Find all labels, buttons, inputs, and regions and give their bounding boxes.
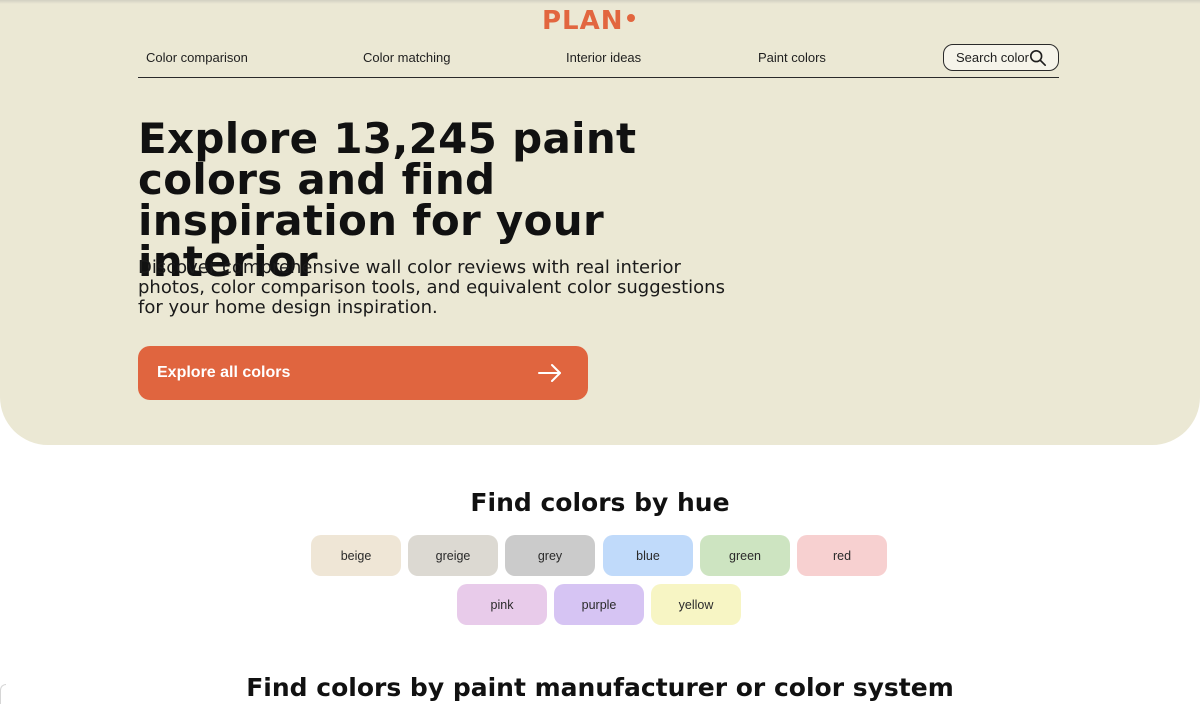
nav-color-comparison[interactable]: Color comparison (146, 50, 248, 65)
manufacturer-section-title: Find colors by paint manufacturer or col… (246, 673, 954, 702)
logo-text: PLAN (542, 6, 624, 36)
logo[interactable]: PLAN (542, 6, 635, 36)
search-label: Search color (956, 50, 1029, 65)
nav-interior-ideas[interactable]: Interior ideas (566, 50, 641, 65)
top-shadow (0, 0, 1200, 4)
hero-section: PLAN Color comparison Color matching Int… (0, 0, 1200, 445)
hue-chip-yellow[interactable]: yellow (651, 584, 741, 625)
cta-label: Explore all colors (157, 364, 291, 381)
hero-description: Discover comprehensive wall color review… (138, 257, 725, 318)
hue-chip-pink[interactable]: pink (457, 584, 547, 625)
nav-paint-colors[interactable]: Paint colors (758, 50, 826, 65)
hue-chip-grey[interactable]: grey (505, 535, 595, 576)
hue-chip-purple[interactable]: purple (554, 584, 644, 625)
search-icon[interactable] (1029, 49, 1047, 67)
hue-chip-green[interactable]: green (700, 535, 790, 576)
search-input[interactable]: Search color (943, 44, 1059, 71)
page-corner-edge (0, 684, 6, 704)
hue-section-title: Find colors by hue (470, 488, 730, 517)
explore-all-colors-button[interactable]: Explore all colors (138, 346, 588, 400)
nav-color-matching[interactable]: Color matching (363, 50, 450, 65)
main-nav: Color comparison Color matching Interior… (138, 42, 1059, 78)
hue-chip-blue[interactable]: blue (603, 535, 693, 576)
logo-dot (626, 14, 635, 22)
hue-chip-beige[interactable]: beige (311, 535, 401, 576)
arrow-right-icon (538, 364, 561, 382)
hue-chip-red[interactable]: red (797, 535, 887, 576)
hue-chip-greige[interactable]: greige (408, 535, 498, 576)
